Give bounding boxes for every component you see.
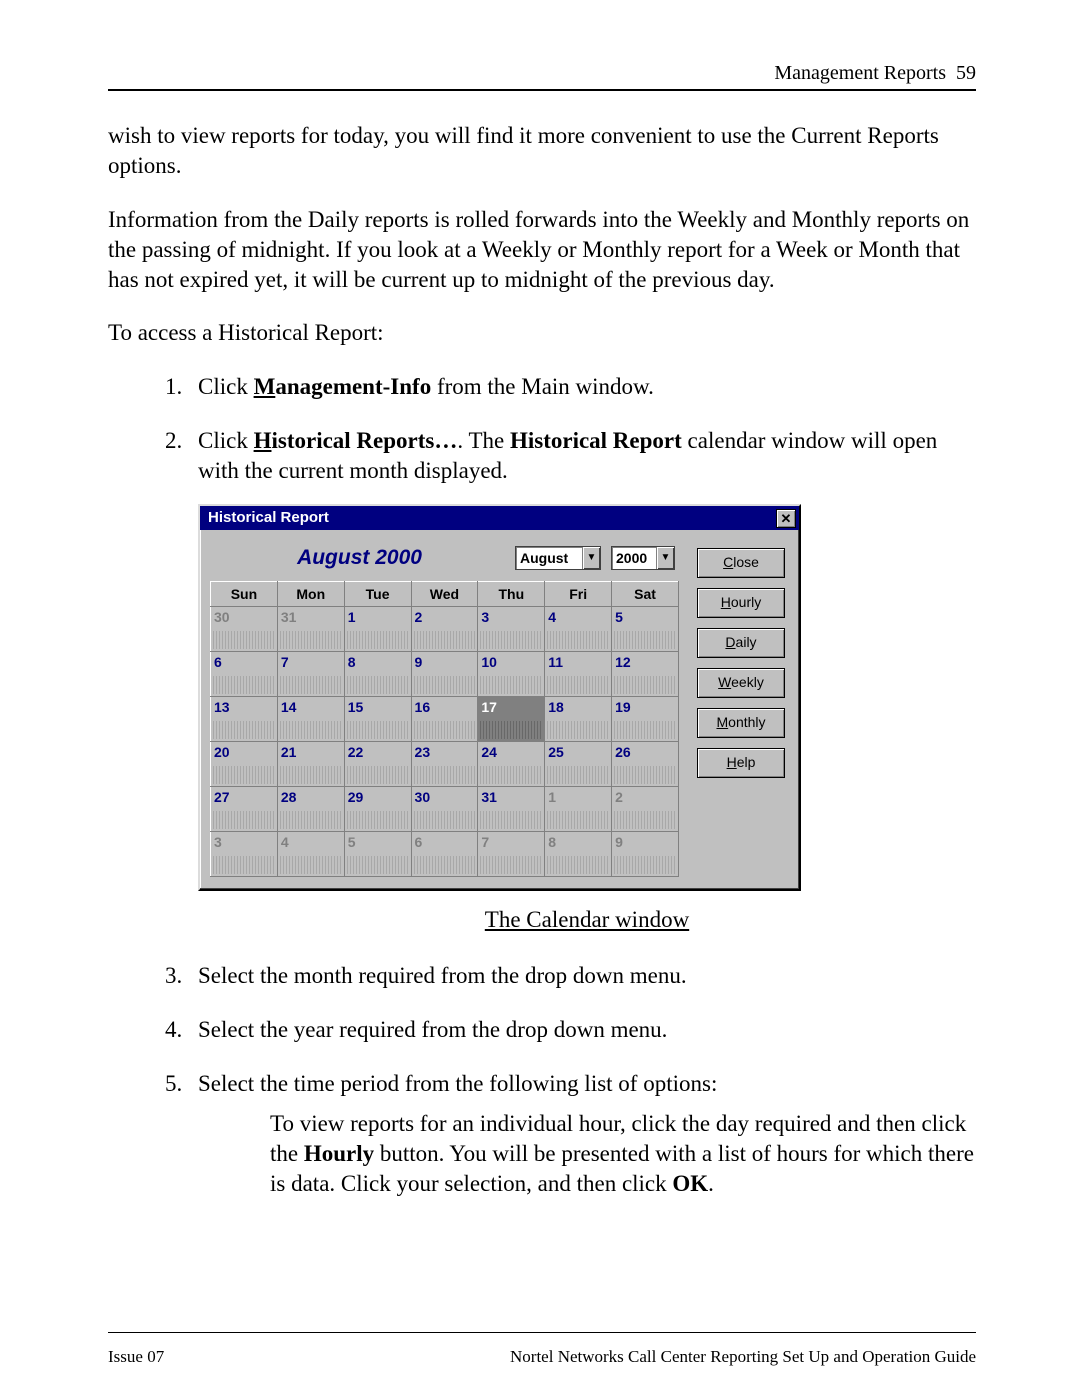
close-icon[interactable]: ✕ — [776, 509, 796, 528]
calendar-day-header: Fri — [545, 582, 612, 607]
calendar-day-cell[interactable]: 5 — [612, 607, 679, 652]
calendar-day-cell[interactable]: 19 — [612, 697, 679, 742]
calendar-day-cell[interactable]: 28 — [277, 787, 344, 832]
calendar-day-cell[interactable]: 30 — [411, 787, 478, 832]
step-1: Click Management-Info from the Main wind… — [188, 372, 976, 402]
calendar-day-cell[interactable]: 10 — [478, 652, 545, 697]
footer-issue: Issue 07 — [108, 1347, 164, 1367]
calendar-day-cell[interactable]: 7 — [277, 652, 344, 697]
calendar-day-cell[interactable]: 6 — [211, 652, 278, 697]
calendar-day-cell[interactable]: 9 — [411, 652, 478, 697]
chevron-down-icon[interactable]: ▼ — [656, 547, 674, 569]
calendar-day-cell[interactable]: 7 — [478, 832, 545, 877]
help-button[interactable]: Help — [697, 748, 785, 778]
intro-para-1: wish to view reports for today, you will… — [108, 121, 976, 181]
month-dropdown-value: August — [516, 547, 582, 569]
year-dropdown-value: 2000 — [612, 547, 656, 569]
step-3: Select the month required from the drop … — [188, 961, 976, 991]
calendar-day-header: Tue — [344, 582, 411, 607]
step-2: Click Historical Reports…. The Historica… — [188, 426, 976, 935]
page-number: 59 — [956, 62, 976, 84]
section-name: Management Reports — [774, 62, 946, 84]
calendar-day-cell[interactable]: 9 — [612, 832, 679, 877]
footer-rule — [108, 1332, 976, 1333]
calendar-day-cell[interactable]: 25 — [545, 742, 612, 787]
page-footer: Issue 07 Nortel Networks Call Center Rep… — [108, 1347, 976, 1367]
chevron-down-icon[interactable]: ▼ — [582, 547, 600, 569]
calendar-day-cell[interactable]: 16 — [411, 697, 478, 742]
calendar-day-cell[interactable]: 5 — [344, 832, 411, 877]
calendar-day-cell[interactable]: 8 — [545, 832, 612, 877]
calendar-day-cell[interactable]: 2 — [411, 607, 478, 652]
calendar-day-header: Thu — [478, 582, 545, 607]
calendar-day-cell[interactable]: 17 — [478, 697, 545, 742]
calendar-month-year: August 2000 — [214, 544, 505, 571]
weekly-button[interactable]: Weekly — [697, 668, 785, 698]
header-rule — [108, 89, 976, 91]
calendar-day-cell[interactable]: 24 — [478, 742, 545, 787]
calendar-day-header: Sat — [612, 582, 679, 607]
calendar-day-cell[interactable]: 21 — [277, 742, 344, 787]
calendar-day-header: Mon — [277, 582, 344, 607]
calendar-day-cell[interactable]: 2 — [612, 787, 679, 832]
calendar-day-cell[interactable]: 3 — [211, 832, 278, 877]
calendar-grid: SunMonTueWedThuFriSat 303112345678910111… — [210, 581, 679, 877]
calendar-day-cell[interactable]: 15 — [344, 697, 411, 742]
calendar-day-cell[interactable]: 1 — [545, 787, 612, 832]
calendar-day-cell[interactable]: 14 — [277, 697, 344, 742]
monthly-button[interactable]: Monthly — [697, 708, 785, 738]
calendar-day-cell[interactable]: 1 — [344, 607, 411, 652]
close-button[interactable]: Close — [697, 548, 785, 578]
calendar-day-cell[interactable]: 8 — [344, 652, 411, 697]
intro-para-2: Information from the Daily reports is ro… — [108, 205, 976, 295]
calendar-day-cell[interactable]: 31 — [277, 607, 344, 652]
calendar-day-cell[interactable]: 29 — [344, 787, 411, 832]
calendar-day-header: Wed — [411, 582, 478, 607]
page-header: Management Reports 59 — [108, 62, 976, 85]
calendar-day-cell[interactable]: 13 — [211, 697, 278, 742]
hourly-button[interactable]: Hourly — [697, 588, 785, 618]
calendar-day-cell[interactable]: 3 — [478, 607, 545, 652]
calendar-day-cell[interactable]: 4 — [545, 607, 612, 652]
step-4: Select the year required from the drop d… — [188, 1015, 976, 1045]
window-title: Historical Report — [208, 508, 329, 528]
step-5-detail: To view reports for an individual hour, … — [270, 1109, 976, 1199]
calendar-day-cell[interactable]: 12 — [612, 652, 679, 697]
daily-button[interactable]: Daily — [697, 628, 785, 658]
footer-title: Nortel Networks Call Center Reporting Se… — [510, 1347, 976, 1367]
month-dropdown[interactable]: August ▼ — [515, 546, 601, 570]
calendar-day-cell[interactable]: 26 — [612, 742, 679, 787]
calendar-day-cell[interactable]: 23 — [411, 742, 478, 787]
calendar-day-cell[interactable]: 27 — [211, 787, 278, 832]
intro-para-3: To access a Historical Report: — [108, 318, 976, 348]
window-titlebar[interactable]: Historical Report ✕ — [200, 506, 799, 530]
calendar-day-cell[interactable]: 11 — [545, 652, 612, 697]
calendar-day-cell[interactable]: 6 — [411, 832, 478, 877]
calendar-day-cell[interactable]: 31 — [478, 787, 545, 832]
calendar-day-header: Sun — [211, 582, 278, 607]
calendar-day-cell[interactable]: 4 — [277, 832, 344, 877]
calendar-day-cell[interactable]: 18 — [545, 697, 612, 742]
year-dropdown[interactable]: 2000 ▼ — [611, 546, 675, 570]
calendar-day-cell[interactable]: 20 — [211, 742, 278, 787]
calendar-day-cell[interactable]: 22 — [344, 742, 411, 787]
figure-caption: The Calendar window — [198, 905, 976, 935]
calendar-day-cell[interactable]: 30 — [211, 607, 278, 652]
step-5: Select the time period from the followin… — [188, 1069, 976, 1199]
historical-report-window: Historical Report ✕ August 2000 August ▼ — [198, 504, 801, 891]
